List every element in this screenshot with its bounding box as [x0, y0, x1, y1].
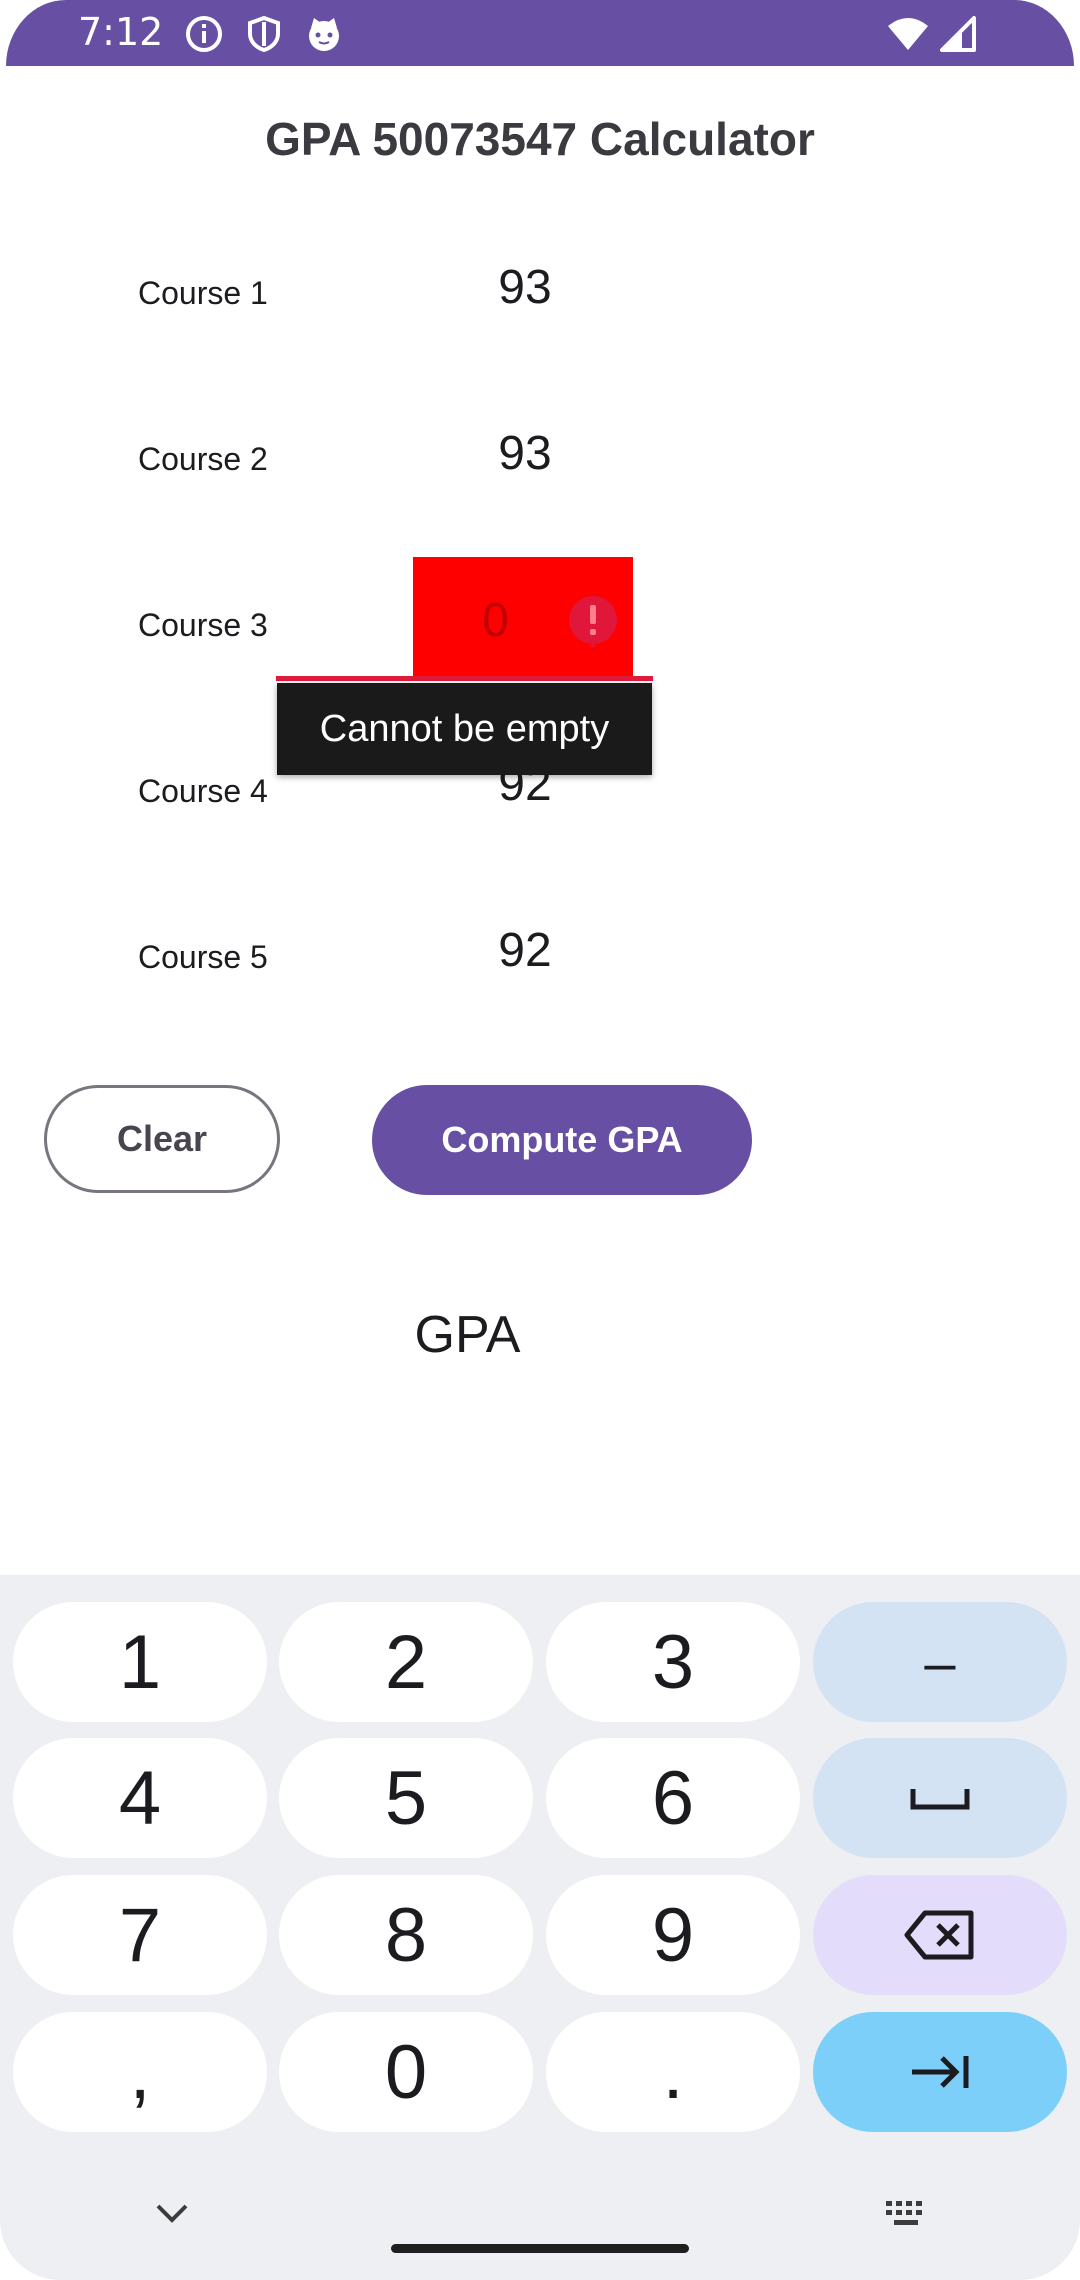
keyboard-switch-icon[interactable]: [884, 2197, 930, 2231]
space-bar-icon: [910, 1789, 970, 1810]
key-8[interactable]: 8: [279, 1875, 533, 1995]
shield-icon: [248, 15, 280, 53]
course-4-label: Course 4: [138, 773, 268, 809]
clear-button[interactable]: Clear: [44, 1085, 280, 1193]
key-9[interactable]: 9: [546, 1875, 800, 1995]
key-3[interactable]: 3: [546, 1602, 800, 1722]
course-2-label: Course 2: [138, 441, 268, 477]
key-7[interactable]: 7: [13, 1875, 267, 1995]
page-title: GPA 50073547 Calculator: [265, 113, 815, 165]
key-5[interactable]: 5: [279, 1738, 533, 1858]
home-indicator[interactable]: [391, 2244, 689, 2253]
error-tooltip: Cannot be empty: [277, 683, 652, 775]
course-5-label: Course 5: [138, 939, 268, 975]
key-1[interactable]: 1: [13, 1602, 267, 1722]
error-icon: [569, 596, 617, 647]
key-6[interactable]: 6: [546, 1738, 800, 1858]
key-comma[interactable]: ,: [13, 2012, 267, 2132]
key-2[interactable]: 2: [279, 1602, 533, 1722]
course-1-input[interactable]: 93: [440, 260, 610, 315]
compute-gpa-button[interactable]: Compute GPA: [372, 1085, 752, 1195]
tab-next-icon: [912, 2056, 969, 2088]
course-3-label: Course 3: [138, 607, 268, 643]
backspace-icon: [904, 1910, 974, 1960]
key-backspace[interactable]: [813, 1875, 1067, 1995]
key-4[interactable]: 4: [13, 1738, 267, 1858]
cat-face-icon: [309, 18, 339, 51]
key-minus[interactable]: –: [813, 1602, 1067, 1722]
key-next[interactable]: [813, 2012, 1067, 2132]
gpa-result: GPA: [414, 1306, 521, 1364]
course-3-input[interactable]: 0: [413, 557, 633, 681]
chevron-down-icon[interactable]: [152, 2198, 192, 2228]
key-period[interactable]: .: [546, 2012, 800, 2132]
key-space[interactable]: [813, 1738, 1067, 1858]
error-underline: [276, 676, 653, 681]
course-1-label: Course 1: [138, 275, 268, 311]
cellular-signal-icon: [940, 16, 976, 52]
course-2-input[interactable]: 93: [440, 426, 610, 481]
status-bar: 7:12: [6, 0, 1074, 66]
course-3-value: 0: [482, 594, 509, 647]
course-5-input[interactable]: 92: [440, 923, 610, 978]
key-0[interactable]: 0: [279, 2012, 533, 2132]
status-time: 7:12: [78, 10, 164, 54]
wifi-icon: [888, 18, 928, 50]
info-icon: [186, 16, 222, 52]
